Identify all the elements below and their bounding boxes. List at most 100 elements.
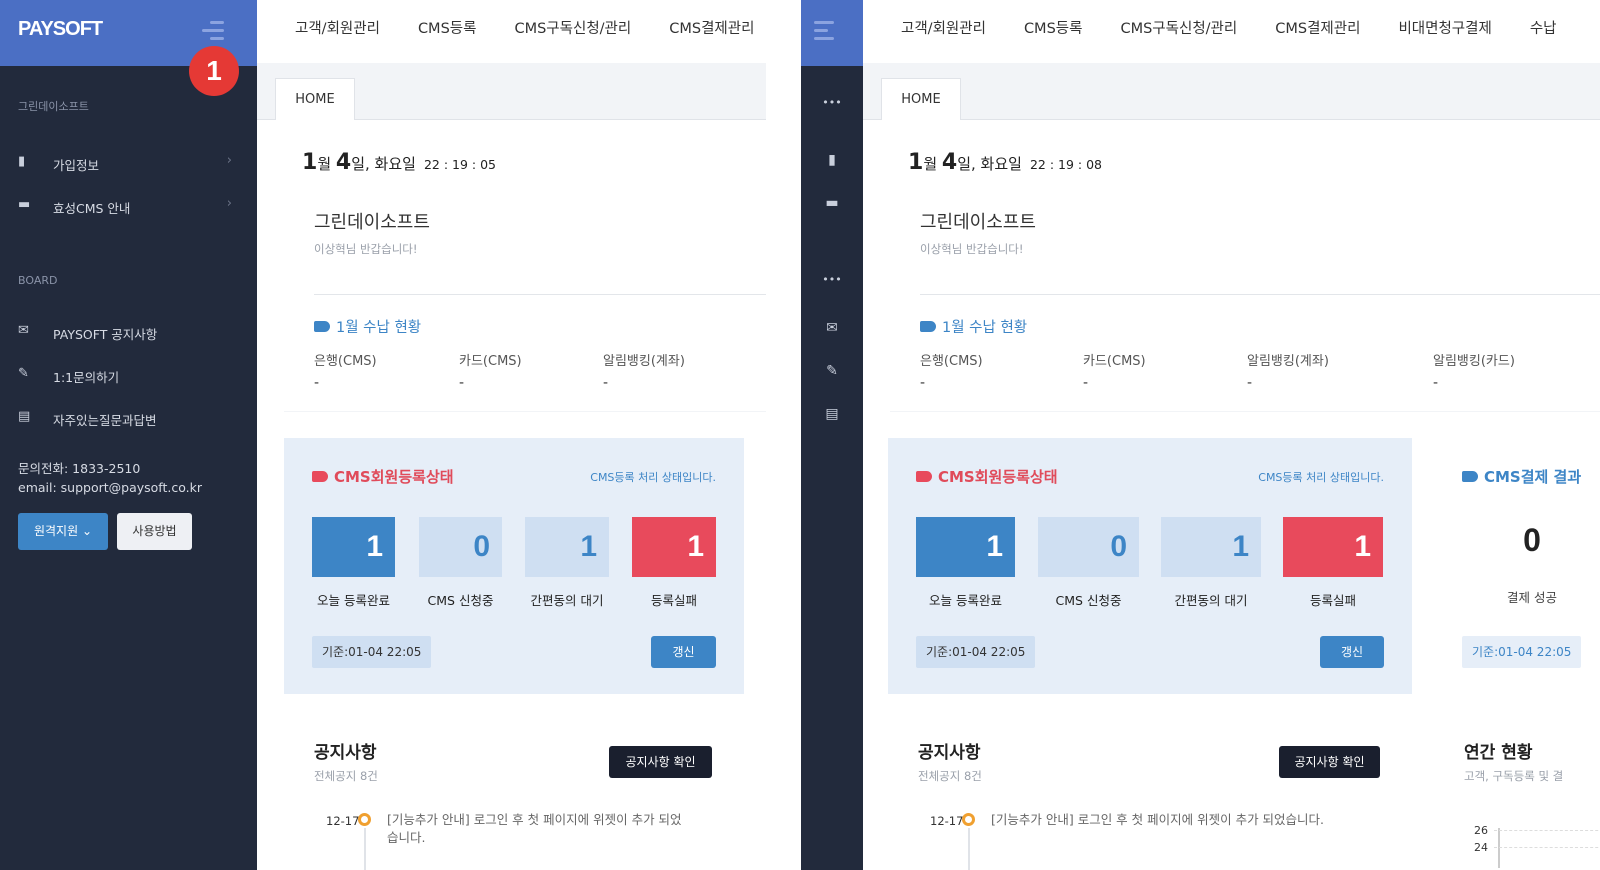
revenue-card-cms: 카드(CMS) -	[1083, 354, 1146, 391]
refresh-button[interactable]: 갱신	[651, 636, 716, 668]
sidebar-item-notice[interactable]: ✉ PAYSOFT 공지사항	[18, 322, 232, 344]
notice-item[interactable]: [기능추가 안내] 로그인 후 첫 페이지에 위젯이 추가 되었습니다.	[387, 811, 682, 847]
nav-contactless-billing[interactable]: 비대면청구결제	[1398, 0, 1491, 58]
sidebar: PAYSOFT 1 그린데이소프트 ▮ 가입정보 › ▬ 효성CMS 안내 › …	[0, 0, 257, 870]
sidebar-item-cms-guide[interactable]: ▬ 효성CMS 안내 ›	[18, 196, 232, 218]
nav-cms-subscription[interactable]: CMS구독신청/관리	[1120, 0, 1237, 58]
notice-item[interactable]: [기능추가 안내] 로그인 후 첫 페이지에 위젯이 추가 되었습니다.	[991, 811, 1324, 829]
revenue-bank-cms: 은행(CMS) -	[314, 354, 377, 391]
notice-check-button[interactable]: 공지사항 확인	[1279, 746, 1380, 778]
annual-title: 연간 현황	[1464, 743, 1533, 763]
cms-status-title: CMS회원등록상태	[916, 466, 1058, 487]
document-icon[interactable]: ▤	[801, 406, 863, 422]
nav-cms-subscription[interactable]: CMS구독신청/관리	[514, 0, 631, 58]
right-screen-collapsed: ••• ▮ ▬ ••• ✉ ✎ ▤ 고객/회원관리 CMS등록 CMS구독신청/관리…	[801, 0, 1600, 870]
howto-button[interactable]: 사용방법	[117, 513, 192, 550]
tab-home[interactable]: HOME	[275, 78, 355, 121]
tab-home[interactable]: HOME	[881, 78, 961, 121]
mail-open-icon[interactable]: ✉	[801, 320, 863, 336]
annual-sub: 고객, 구독등록 및 결	[1464, 769, 1564, 783]
nav-customer[interactable]: 고객/회원관리	[901, 0, 986, 58]
step-badge: 1	[189, 46, 239, 96]
refresh-button[interactable]: 갱신	[1320, 636, 1384, 668]
nav-receipt[interactable]: 수납	[1530, 0, 1557, 58]
status-box-failed[interactable]: 1	[632, 517, 716, 577]
status-box-today-done[interactable]: 1	[916, 517, 1015, 577]
contact-phone: 문의전화: 1833-2510	[18, 461, 141, 476]
screens-gap	[766, 0, 801, 870]
notice-check-button[interactable]: 공지사항 확인	[609, 746, 712, 778]
wallet-icon[interactable]: ▬	[801, 195, 863, 211]
remote-support-label: 원격지원	[33, 524, 79, 538]
status-standard-time: 기준:01-04 22:05	[312, 636, 432, 668]
nav-customer[interactable]: 고객/회원관리	[295, 0, 380, 58]
sidebar-item-inquiry[interactable]: ✎ 1:1문의하기	[18, 365, 232, 387]
dashboard: 1월 4일, 화요일 22 : 19 : 08 그린데이소프트 이상혁님 반갑습니…	[863, 120, 1600, 870]
revenue-title: 1월 수납 현황	[314, 316, 421, 337]
y-tick-label: 26	[1474, 824, 1488, 837]
tab-bar: HOME	[257, 63, 766, 121]
sidebar-item-faq[interactable]: ▤ 자주있는질문과답변	[18, 408, 232, 430]
welcome-company: 그린데이소프트	[314, 212, 430, 233]
status-box-cms-pending[interactable]: 0	[419, 517, 502, 577]
current-datetime: 1월 4일, 화요일 22 : 19 : 08	[908, 150, 1102, 175]
logo[interactable]: PAYSOFT	[18, 18, 103, 41]
edit-icon[interactable]: ✎	[801, 363, 863, 379]
payment-standard-time: 기준:01-04 22:05	[1462, 636, 1582, 668]
y-axis	[1498, 828, 1500, 868]
id-card-icon[interactable]: ▮	[801, 152, 863, 168]
sidebar-collapsed: ••• ▮ ▬ ••• ✉ ✎ ▤	[801, 0, 863, 870]
nav-cms-register[interactable]: CMS등록	[418, 0, 477, 58]
menu-toggle-icon[interactable]	[814, 21, 836, 41]
nav-cms-payment[interactable]: CMS결제관리	[1275, 0, 1360, 58]
welcome-card: 그린데이소프트 이상혁님 반갑습니다! 1월 수납 현황 은행(CMS) - 카드…	[284, 186, 766, 412]
dashboard: 1월 4일, 화요일 22 : 19 : 05 그린데이소프트 이상혁님 반갑습니…	[257, 120, 766, 870]
y-tick-label: 24	[1474, 841, 1488, 854]
board-label: BOARD	[18, 274, 58, 287]
top-nav: 고객/회원관리 CMS등록 CMS구독신청/관리 CMS결제관리	[257, 0, 766, 63]
sidebar-item-label: PAYSOFT 공지사항	[53, 327, 158, 342]
tag-icon	[314, 321, 330, 332]
status-box-today-done[interactable]: 1	[312, 517, 395, 577]
welcome-company: 그린데이소프트	[920, 212, 1036, 233]
timeline-line	[968, 828, 970, 870]
contact-email: email: support@paysoft.co.kr	[18, 480, 203, 495]
wallet-icon: ▬	[18, 197, 31, 212]
status-label: CMS 신청중	[427, 593, 494, 608]
notice-card: 공지사항 전체공지 8건 공지사항 확인 12-17 [기능추가 안내] 로그인…	[888, 718, 1412, 870]
company-label: 그린데이소프트	[18, 100, 89, 113]
id-card-icon: ▮	[18, 154, 26, 169]
tag-icon	[916, 471, 932, 482]
nav-cms-register[interactable]: CMS등록	[1024, 0, 1083, 58]
more-dots-icon: •••	[822, 273, 842, 286]
left-screen-expanded: PAYSOFT 1 그린데이소프트 ▮ 가입정보 › ▬ 효성CMS 안내 › …	[0, 0, 766, 870]
cms-status-card: CMS회원등록상태 CMS등록 처리 상태입니다. 1 0 1 1 오늘 등록완…	[284, 438, 744, 694]
timeline-dot-icon	[358, 813, 371, 826]
sidebar-item-label: 자주있는질문과답변	[53, 413, 157, 428]
nav-cms-payment[interactable]: CMS결제관리	[669, 0, 754, 58]
status-box-consent-wait[interactable]: 1	[1161, 517, 1261, 577]
menu-toggle-icon[interactable]	[202, 21, 224, 41]
edit-icon: ✎	[18, 366, 29, 381]
tab-bar: HOME	[863, 63, 1600, 121]
gridline	[1494, 847, 1600, 848]
sidebar-item-signup-info[interactable]: ▮ 가입정보 ›	[18, 153, 232, 175]
timeline-line	[364, 828, 366, 870]
notice-count: 전체공지 8건	[918, 769, 982, 783]
cms-status-note: CMS등록 처리 상태입니다.	[1258, 471, 1384, 484]
annual-status-card: 연간 현황 고객, 구독등록 및 결 26 24	[1434, 718, 1600, 870]
cms-status-card: CMS회원등록상태 CMS등록 처리 상태입니다. 1 0 1 1 오늘 등록완…	[888, 438, 1412, 694]
status-label: 간편동의 대기	[530, 593, 604, 608]
cms-payment-title: CMS결제 결과	[1462, 466, 1581, 487]
logo-bar	[801, 0, 863, 66]
status-box-cms-pending[interactable]: 0	[1038, 517, 1139, 577]
payment-success-label: 결제 성공	[1507, 590, 1557, 605]
notice-count: 전체공지 8건	[314, 769, 378, 783]
top-nav: 고객/회원관리 CMS등록 CMS구독신청/관리 CMS결제관리 비대면청구결제 수납	[863, 0, 1600, 63]
status-label: CMS 신청중	[1055, 593, 1122, 608]
chevron-right-icon: ›	[226, 196, 232, 211]
revenue-alarm-account: 알림뱅킹(계좌) -	[1247, 354, 1329, 391]
status-box-failed[interactable]: 1	[1283, 517, 1383, 577]
remote-support-button[interactable]: 원격지원 ⌄	[18, 513, 108, 550]
status-box-consent-wait[interactable]: 1	[525, 517, 609, 577]
